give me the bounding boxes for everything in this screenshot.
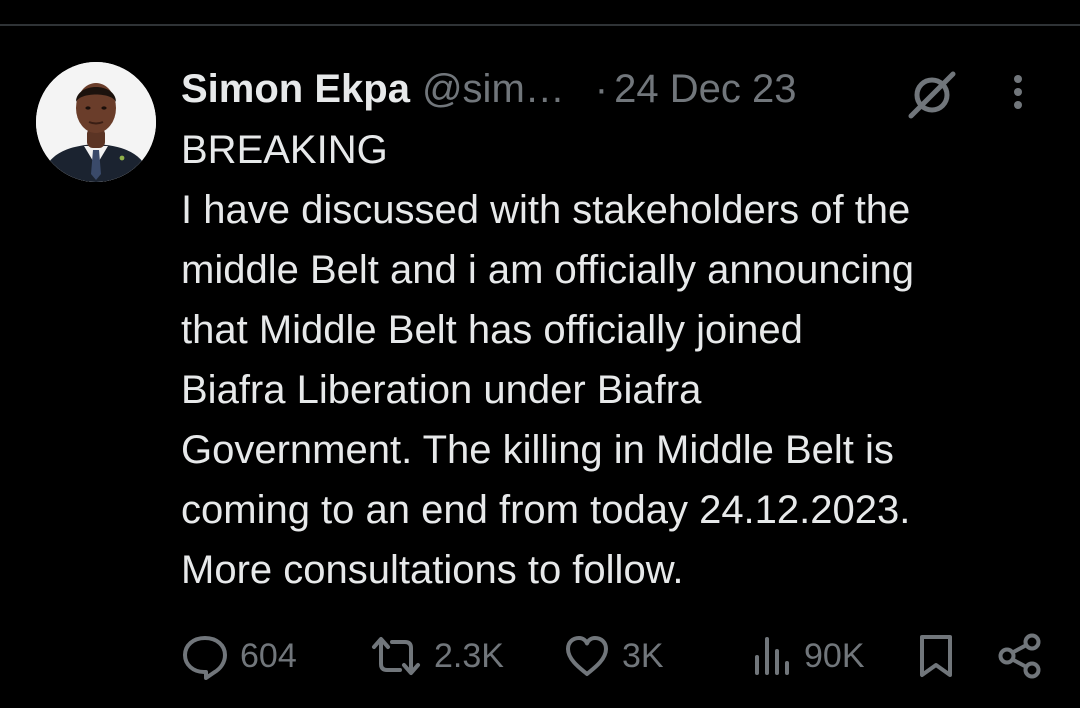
reply-count: 604 bbox=[240, 636, 297, 675]
share-icon bbox=[998, 633, 1041, 679]
like-button[interactable]: 3K bbox=[562, 628, 664, 684]
repost-icon bbox=[372, 637, 420, 675]
author-handle[interactable]: @sim… bbox=[422, 58, 565, 120]
avatar-image bbox=[36, 62, 156, 182]
avatar[interactable] bbox=[36, 62, 156, 182]
tweet-actions: 604 2.3K 3K 90K bbox=[180, 628, 1050, 684]
views-count: 90K bbox=[804, 636, 865, 675]
tweet-text-line: Biafra Liberation under Biafra bbox=[181, 368, 702, 412]
tweet-text: BREAKING I have discussed with stakehold… bbox=[181, 120, 1051, 600]
views-button[interactable]: 90K bbox=[750, 628, 865, 684]
tweet-text-line: More consultations to follow. bbox=[181, 548, 684, 592]
heart-icon bbox=[566, 636, 608, 676]
tweet-text-line: middle Belt and i am officially announci… bbox=[181, 248, 915, 292]
top-divider bbox=[0, 24, 1080, 26]
more-dots-icon[interactable] bbox=[1003, 68, 1033, 109]
tweet-header: Simon Ekpa @sim… · 24 Dec 23 bbox=[181, 58, 1051, 120]
reply-icon bbox=[183, 636, 227, 680]
header-separator: · bbox=[594, 67, 609, 111]
bookmark-icon bbox=[920, 635, 952, 677]
tweet[interactable]: Simon Ekpa @sim… · 24 Dec 23 BREAKING I … bbox=[181, 58, 1051, 600]
tweet-text-line: that Middle Belt has officially joined bbox=[181, 308, 803, 352]
author-display-name[interactable]: Simon Ekpa bbox=[181, 58, 410, 120]
tweet-date[interactable]: 24 Dec 23 bbox=[614, 58, 796, 120]
tweet-text-line: I have discussed with stakeholders of th… bbox=[181, 188, 911, 232]
share-button[interactable] bbox=[996, 628, 1044, 684]
grok-icon[interactable] bbox=[905, 66, 959, 120]
repost-button[interactable]: 2.3K bbox=[368, 628, 504, 684]
reply-button[interactable]: 604 bbox=[180, 628, 297, 684]
tweet-text-line: coming to an end from today 24.12.2023. bbox=[181, 488, 911, 532]
tweet-text-line: Government. The killing in Middle Belt i… bbox=[181, 428, 894, 472]
tweet-text-line: BREAKING bbox=[181, 128, 388, 172]
like-count: 3K bbox=[622, 636, 664, 675]
repost-count: 2.3K bbox=[434, 636, 504, 675]
views-chart-icon bbox=[755, 637, 789, 675]
bookmark-button[interactable] bbox=[914, 628, 958, 684]
